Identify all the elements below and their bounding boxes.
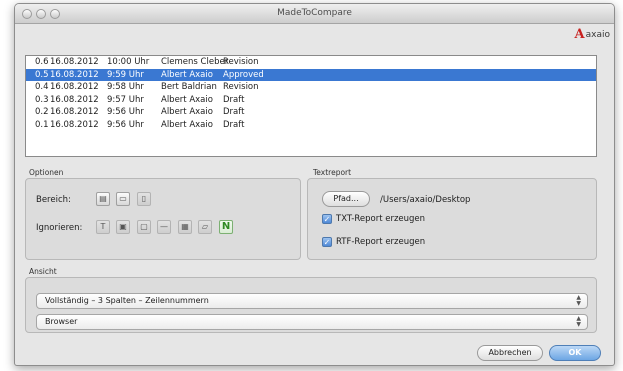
version-author: Albert Axaio bbox=[161, 94, 213, 105]
ignore-notes-button[interactable]: N bbox=[219, 220, 233, 234]
ignorieren-label: Ignorieren: bbox=[36, 223, 83, 233]
document-icon: ▯ bbox=[141, 194, 147, 203]
path-button[interactable]: Pfad... bbox=[322, 191, 370, 207]
range-spread-button[interactable]: ▭ bbox=[116, 192, 130, 206]
logo-text: axaio bbox=[585, 30, 610, 40]
cancel-button[interactable]: Abbrechen bbox=[477, 345, 543, 361]
spread-icon: ▭ bbox=[119, 194, 127, 203]
version-time: 9:56 Uhr bbox=[107, 119, 144, 130]
color-icon: ▦ bbox=[181, 222, 189, 231]
frame-icon: ▢ bbox=[140, 222, 148, 231]
version-number: 0.3 bbox=[35, 94, 49, 105]
rtf-report-label: RTF-Report erzeugen bbox=[336, 237, 426, 247]
main-window: MadeToCompare A axaio 0.616.08.2012 10:00… bbox=[14, 3, 615, 366]
version-row[interactable]: 0.416.08.2012 9:58 Uhr Bert Baldrian Revisi… bbox=[26, 81, 596, 94]
version-row[interactable]: 0.216.08.2012 9:56 Uhr Albert Axaio Draft bbox=[26, 106, 596, 119]
rtf-report-checkbox[interactable]: ✓ bbox=[322, 237, 332, 247]
txt-report-checkbox[interactable]: ✓ bbox=[322, 214, 332, 224]
view-mode-select[interactable]: Vollständig – 3 Spalten – Zeilennummern … bbox=[36, 293, 588, 309]
version-time: 9:58 Uhr bbox=[107, 82, 144, 93]
version-status: Approved bbox=[223, 69, 264, 80]
ignore-text-button[interactable]: T bbox=[96, 220, 110, 234]
version-row[interactable]: 0.516.08.2012 9:59 Uhr Albert Axaio Approve… bbox=[26, 68, 596, 82]
version-author: Albert Axaio bbox=[161, 107, 213, 118]
version-status: Revision bbox=[223, 82, 259, 93]
version-row[interactable]: 0.116.08.2012 9:56 Uhr Albert Axaio Draft bbox=[26, 119, 596, 132]
line-icon: — bbox=[160, 222, 168, 231]
version-author: Bert Baldrian bbox=[161, 82, 217, 93]
version-date: 16.08.2012 bbox=[50, 94, 99, 105]
text-icon: T bbox=[100, 222, 106, 231]
version-time: 9:59 Uhr bbox=[107, 69, 144, 80]
output-value: Browser bbox=[45, 317, 78, 326]
ignore-image-button[interactable]: ▣ bbox=[116, 220, 130, 234]
version-number: 0.2 bbox=[35, 107, 49, 118]
path-value: /Users/axaio/Desktop bbox=[380, 195, 471, 205]
version-date: 16.08.2012 bbox=[50, 107, 99, 118]
select-arrows-icon: ▲ ▼ bbox=[576, 315, 581, 328]
ignore-layer-button[interactable]: ▱ bbox=[198, 220, 212, 234]
version-date: 16.08.2012 bbox=[50, 69, 99, 80]
bereich-label: Bereich: bbox=[36, 195, 71, 205]
select-arrows-icon: ▲ ▼ bbox=[576, 294, 581, 307]
ignore-color-button[interactable]: ▦ bbox=[178, 220, 192, 234]
version-status: Revision bbox=[223, 57, 259, 67]
version-number: 0.4 bbox=[35, 82, 49, 93]
title-bar: MadeToCompare bbox=[15, 4, 614, 24]
image-icon: ▣ bbox=[119, 222, 127, 231]
txt-report-label: TXT-Report erzeugen bbox=[336, 214, 426, 224]
textreport-group-title: Textreport bbox=[313, 168, 352, 177]
version-number: 0.5 bbox=[35, 69, 49, 80]
version-number: 0.6 bbox=[35, 57, 49, 67]
version-list[interactable]: 0.616.08.2012 10:00 Uhr Clemens CleberRevi… bbox=[25, 55, 597, 157]
axaio-logo: A axaio bbox=[575, 28, 610, 42]
version-author: Albert Axaio bbox=[161, 69, 213, 80]
version-row[interactable]: 0.616.08.2012 10:00 Uhr Clemens CleberRevi… bbox=[26, 56, 596, 69]
textreport-group: Pfad... /Users/axaio/Desktop ✓ TXT-Repor… bbox=[307, 178, 597, 260]
version-date: 16.08.2012 bbox=[50, 119, 99, 130]
version-time: 9:56 Uhr bbox=[107, 107, 144, 118]
ansicht-group-title: Ansicht bbox=[29, 267, 57, 276]
range-document-button[interactable]: ▯ bbox=[137, 192, 151, 206]
ansicht-group: Vollständig – 3 Spalten – Zeilennummern … bbox=[25, 277, 597, 333]
options-group-title: Optionen bbox=[29, 168, 64, 177]
version-time: 9:57 Uhr bbox=[107, 94, 144, 105]
layer-icon: ▱ bbox=[201, 222, 209, 231]
ignore-line-button[interactable]: — bbox=[157, 220, 171, 234]
window-title: MadeToCompare bbox=[277, 8, 352, 18]
version-status: Draft bbox=[223, 107, 245, 118]
ignore-frame-button[interactable]: ▢ bbox=[137, 220, 151, 234]
options-group: Bereich: ▤ ▭ ▯ Ignorieren: T ▣ ▢ — ▦ ▱ N bbox=[25, 178, 301, 260]
version-status: Draft bbox=[223, 119, 245, 130]
notes-n-icon: N bbox=[221, 221, 231, 232]
version-date: 16.08.2012 bbox=[50, 82, 99, 93]
logo-mark: A bbox=[574, 27, 585, 42]
version-status: Draft bbox=[223, 94, 245, 105]
output-select[interactable]: Browser ▲ ▼ bbox=[36, 314, 588, 330]
version-date: 16.08.2012 bbox=[50, 57, 99, 67]
version-author: Clemens Cleber bbox=[161, 57, 229, 67]
page-icon: ▤ bbox=[99, 194, 107, 203]
view-mode-value: Vollständig – 3 Spalten – Zeilennummern bbox=[45, 296, 209, 305]
version-row[interactable]: 0.316.08.2012 9:57 Uhr Albert Axaio Draft bbox=[26, 94, 596, 107]
ok-button[interactable]: OK bbox=[549, 345, 601, 361]
version-number: 0.1 bbox=[35, 119, 49, 130]
range-page-button[interactable]: ▤ bbox=[96, 192, 110, 206]
version-time: 10:00 Uhr bbox=[107, 57, 150, 67]
version-author: Albert Axaio bbox=[161, 119, 213, 130]
